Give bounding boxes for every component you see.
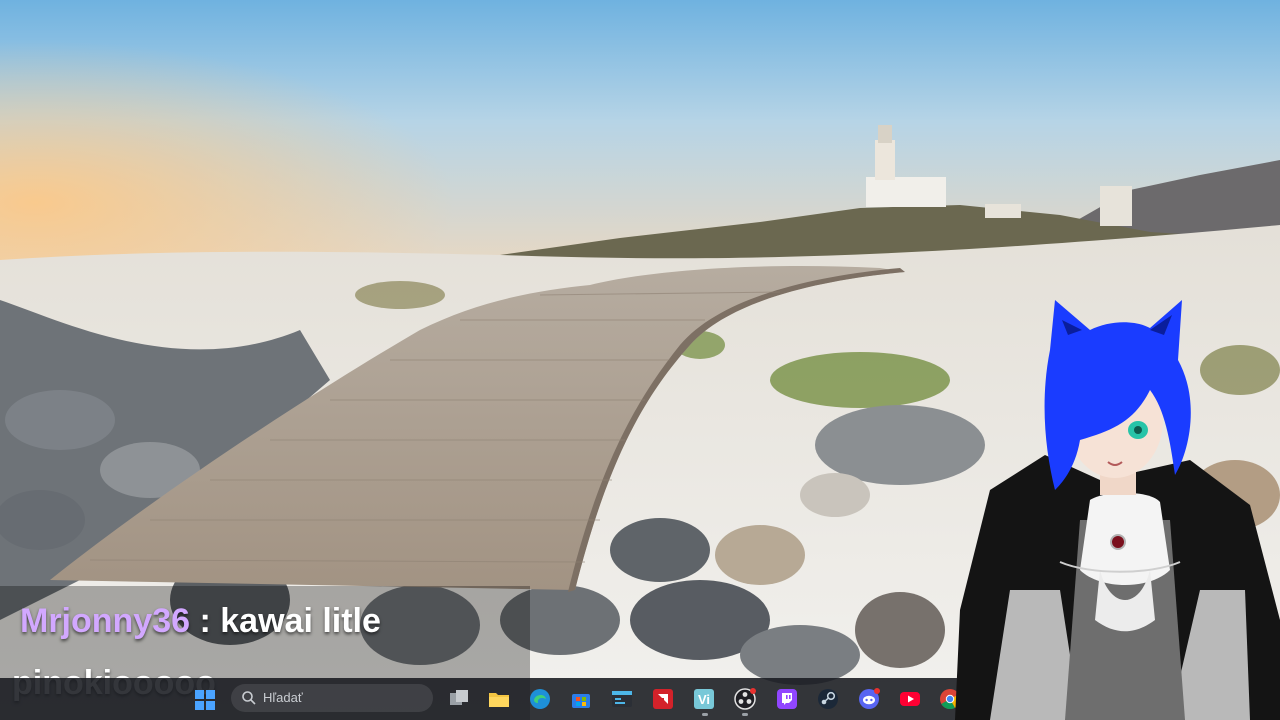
search-placeholder: Hľadať xyxy=(263,690,303,705)
steam-icon[interactable] xyxy=(816,687,840,711)
search-icon xyxy=(242,691,256,705)
microsoft-store-icon[interactable] xyxy=(569,687,593,711)
task-view-icon[interactable] xyxy=(447,687,471,711)
chat-message-text: kawai litle xyxy=(220,602,381,640)
terminal-icon[interactable] xyxy=(610,687,634,711)
amd-icon[interactable] xyxy=(651,687,675,711)
search-input[interactable] xyxy=(231,684,433,712)
svg-text:Vi: Vi xyxy=(698,692,710,707)
vi-app-icon[interactable]: Vi xyxy=(692,687,716,711)
obs-icon[interactable] xyxy=(733,687,757,711)
running-indicator xyxy=(702,713,708,716)
youtube-icon[interactable] xyxy=(898,687,922,711)
discord-icon[interactable] xyxy=(857,687,881,711)
windows-start-icon[interactable] xyxy=(193,688,217,712)
file-explorer-icon[interactable] xyxy=(487,687,511,711)
twitch-icon[interactable] xyxy=(775,687,799,711)
vtuber-avatar xyxy=(955,300,1280,720)
chat-message-line-1: Mrjonny36 : kawai litle xyxy=(20,602,381,641)
chat-username: Mrjonny36 xyxy=(20,602,191,640)
chat-separator: : xyxy=(190,602,221,640)
edge-icon[interactable] xyxy=(528,687,552,711)
running-indicator xyxy=(742,713,748,716)
